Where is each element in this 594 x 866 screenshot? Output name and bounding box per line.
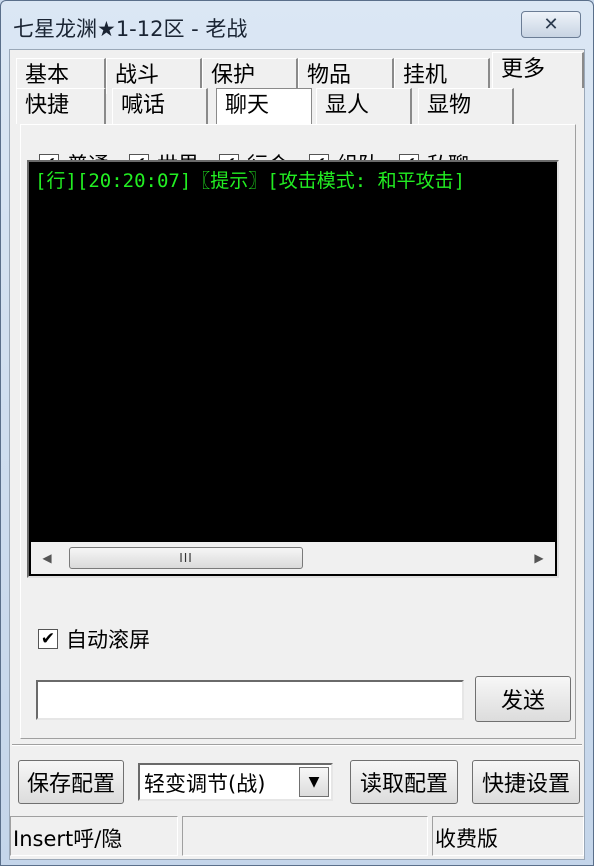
tab-label: 更多 [501, 57, 546, 82]
chat-log[interactable]: [行][20:20:07]〖提示〗[攻击模式: 和平攻击] ◀ III ▶ [27, 160, 559, 578]
tab-label: 显物 [427, 93, 472, 118]
chat-line: [行][20:20:07]〖提示〗[攻击模式: 和平攻击] [35, 170, 466, 192]
status-bar: Insert呼/隐 收费版 [10, 814, 584, 860]
scroll-thumb[interactable]: III [69, 547, 303, 569]
close-icon: ✕ [543, 14, 559, 35]
tab-more[interactable]: 更多 [492, 52, 584, 88]
tab-label: 快捷 [25, 93, 70, 118]
tab-label: 挂机 [403, 63, 448, 88]
tab-label: 战斗 [115, 63, 160, 88]
chat-input[interactable] [36, 680, 464, 720]
save-config-button[interactable]: 保存配置 [18, 760, 124, 804]
scroll-right-icon: ▶ [534, 551, 544, 565]
hotkey-settings-button[interactable]: 快捷设置 [472, 760, 580, 804]
app-window: 七星龙渊★1-12区 - 老战 ✕ 基本 战斗 保护 物品 挂机 更多 快捷 喊… [0, 0, 594, 866]
status-middle [182, 816, 428, 856]
send-button[interactable]: 发送 [475, 676, 571, 722]
tab-show-players[interactable]: 显人 [316, 88, 412, 124]
load-config-button[interactable]: 读取配置 [350, 760, 458, 804]
auto-scroll-label: 自动滚屏 [66, 628, 150, 652]
send-button-label: 发送 [500, 689, 545, 714]
window-title: 七星龙渊★1-12区 - 老战 [13, 17, 248, 41]
tab-chat[interactable]: 聊天 [216, 88, 312, 126]
config-selected-value: 轻变调节(战) [144, 772, 266, 796]
auto-scroll-toggle[interactable]: ✔ 自动滚屏 [38, 624, 150, 654]
scroll-left-button[interactable]: ◀ [33, 542, 61, 574]
hotkey-settings-label: 快捷设置 [481, 772, 570, 797]
tab-show-items[interactable]: 显物 [418, 88, 514, 124]
load-config-label: 读取配置 [359, 772, 448, 797]
tab-label: 喊话 [121, 93, 166, 118]
scroll-left-icon: ◀ [42, 551, 52, 565]
tab-label: 聊天 [225, 93, 270, 118]
save-config-label: 保存配置 [26, 772, 115, 797]
tab-quick[interactable]: 快捷 [16, 88, 106, 124]
close-button[interactable]: ✕ [521, 11, 581, 38]
status-text: 收费版 [435, 827, 498, 851]
dropdown-button[interactable]: ▼ [299, 767, 329, 797]
title-bar[interactable]: 七星龙渊★1-12区 - 老战 ✕ [1, 1, 593, 47]
horizontal-scrollbar[interactable]: ◀ III ▶ [31, 542, 555, 574]
config-select[interactable]: 轻变调节(战) ▼ [138, 763, 333, 801]
tab-shout[interactable]: 喊话 [112, 88, 208, 124]
checkbox[interactable]: ✔ [38, 629, 58, 649]
tab-label: 显人 [325, 93, 370, 118]
client-area: 基本 战斗 保护 物品 挂机 更多 快捷 喊话 聊天 显人 显物 ✔ 普通 ✔ … [9, 49, 585, 860]
tab-label: 基本 [25, 63, 70, 88]
check-icon: ✔ [40, 628, 56, 649]
chevron-down-icon: ▼ [308, 774, 320, 790]
scroll-right-button[interactable]: ▶ [525, 542, 553, 574]
tab-label: 物品 [307, 63, 352, 88]
tab-label: 保护 [211, 63, 256, 88]
status-text: Insert呼/隐 [13, 827, 123, 851]
divider [12, 744, 582, 746]
grip-icon: III [179, 551, 193, 565]
status-hotkey-hint: Insert呼/隐 [10, 816, 178, 856]
status-edition: 收费版 [432, 816, 584, 856]
